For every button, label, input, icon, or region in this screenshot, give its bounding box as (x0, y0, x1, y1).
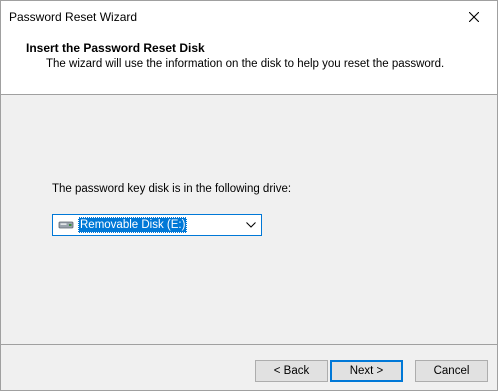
window-title: Password Reset Wizard (9, 10, 138, 24)
removable-disk-icon (58, 220, 74, 230)
chevron-down-icon[interactable] (245, 219, 257, 231)
next-button[interactable]: Next > (330, 360, 403, 382)
drive-label: The password key disk is in the followin… (52, 183, 292, 195)
back-button[interactable]: < Back (255, 360, 328, 382)
drive-selected-value: Removable Disk (E:) (78, 217, 188, 233)
cancel-button[interactable]: Cancel (415, 360, 488, 382)
close-icon (469, 11, 479, 22)
header-title: Insert the Password Reset Disk (26, 41, 205, 55)
close-button[interactable] (451, 1, 497, 32)
drive-select[interactable]: Removable Disk (E:) (52, 214, 262, 236)
footer-separator (1, 344, 497, 345)
wizard-window: Password Reset Wizard Insert the Passwor… (0, 0, 498, 391)
wizard-header: Insert the Password Reset Disk The wizar… (1, 32, 497, 95)
title-bar: Password Reset Wizard (1, 1, 497, 32)
header-subtitle: The wizard will use the information on t… (46, 58, 445, 70)
